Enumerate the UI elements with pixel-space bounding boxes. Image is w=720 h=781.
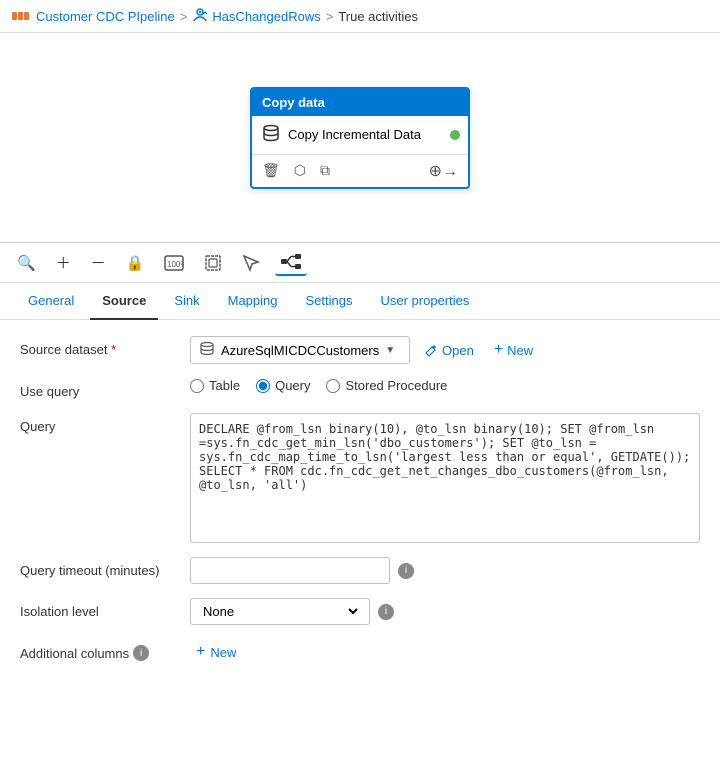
breadcrumb-sep2: > [326, 9, 334, 24]
query-timeout-label: Query timeout (minutes) [20, 557, 180, 578]
tab-sink[interactable]: Sink [162, 283, 211, 320]
hierarchy-icon [280, 253, 302, 271]
copy-icon[interactable]: ⧉ [320, 162, 330, 179]
use-query-control: Table Query Stored Procedure [190, 378, 700, 393]
activity-icon-2[interactable]: ⬡ [294, 162, 306, 179]
delete-icon[interactable]: 🗑 [262, 162, 280, 179]
query-label: Query [20, 413, 180, 434]
isolation-level-info-icon: i [378, 604, 394, 620]
fit-icon [204, 254, 222, 272]
breadcrumb-pipeline[interactable]: Customer CDC PIpeline [36, 9, 175, 24]
source-dataset-dropdown[interactable]: AzureSqlMICDCCustomers ▼ [190, 336, 410, 364]
tab-mapping[interactable]: Mapping [216, 283, 290, 320]
activity-label: Copy Incremental Data [288, 127, 421, 142]
edit-icon [424, 343, 438, 357]
select-icon [242, 254, 260, 272]
radio-query-label: Query [275, 378, 310, 393]
fit-button[interactable] [199, 251, 227, 275]
use-query-label: Use query [20, 378, 180, 399]
tab-source[interactable]: Source [90, 283, 158, 320]
toolbar: 🔍 ＋ － 🔒 100% [0, 243, 720, 283]
additional-columns-control: + New [190, 639, 700, 665]
add-icon: + [196, 643, 205, 661]
canvas: Copy data Copy Incremental Data 🗑 ⬡ ⧉ ⊕→ [0, 33, 720, 243]
properties-panel: Source dataset * AzureSqlMICDCCustomers … [0, 320, 720, 681]
source-dataset-control: AzureSqlMICDCCustomers ▼ Open + New [190, 336, 700, 364]
isolation-level-row: Isolation level None Read Committed Read… [20, 598, 700, 625]
radio-stored-procedure-input[interactable] [326, 379, 340, 393]
additional-columns-row: Additional columns i + New [20, 639, 700, 665]
lock-button[interactable]: 🔒 [121, 251, 150, 275]
query-timeout-control: i [190, 557, 700, 584]
query-timeout-info-icon: i [398, 563, 414, 579]
use-query-radio-group: Table Query Stored Procedure [190, 378, 447, 393]
open-dataset-button[interactable]: Open [418, 339, 480, 362]
use-query-row: Use query Table Query Stored Procedure [20, 378, 700, 399]
activity-node-actions: 🗑 ⬡ ⧉ ⊕→ [252, 155, 468, 187]
radio-stored-procedure[interactable]: Stored Procedure [326, 378, 447, 393]
search-button[interactable]: 🔍 [12, 251, 41, 275]
breadcrumb-page: True activities [338, 9, 418, 24]
radio-stored-procedure-label: Stored Procedure [345, 378, 447, 393]
breadcrumb-sep1: > [180, 9, 188, 24]
isolation-level-dropdown[interactable]: None Read Committed Read Uncommitted Rep… [190, 598, 370, 625]
isolation-level-select[interactable]: None Read Committed Read Uncommitted Rep… [199, 603, 361, 620]
isolation-level-label: Isolation level [20, 598, 180, 619]
tabs: General Source Sink Mapping Settings Use… [0, 283, 720, 320]
radio-query[interactable]: Query [256, 378, 310, 393]
zoom-button[interactable]: 100% [159, 252, 189, 274]
required-star: * [111, 342, 116, 357]
additional-columns-label: Additional columns i [20, 639, 180, 661]
activity-node-header: Copy data [252, 89, 468, 116]
query-control: DECLARE @from_lsn binary(10), @to_lsn bi… [190, 413, 700, 543]
add-button[interactable]: ＋ [51, 249, 76, 276]
remove-button[interactable]: － [86, 249, 111, 276]
tab-settings[interactable]: Settings [294, 283, 365, 320]
changed-rows-icon [192, 8, 208, 24]
svg-text:100%: 100% [167, 260, 184, 269]
breadcrumb: Customer CDC PIpeline > HasChangedRows >… [0, 0, 720, 33]
query-timeout-row: Query timeout (minutes) i [20, 557, 700, 584]
arrow-icon[interactable]: ⊕→ [429, 161, 458, 181]
select-button[interactable] [237, 251, 265, 275]
breadcrumb-activity[interactable]: HasChangedRows [212, 9, 320, 24]
activity-node[interactable]: Copy data Copy Incremental Data 🗑 ⬡ ⧉ ⊕→ [250, 87, 470, 189]
source-dataset-value: AzureSqlMICDCCustomers [221, 343, 379, 358]
radio-table[interactable]: Table [190, 378, 240, 393]
activity-node-body: Copy Incremental Data [252, 116, 468, 155]
radio-table-input[interactable] [190, 379, 204, 393]
source-dataset-label: Source dataset * [20, 336, 180, 357]
query-timeout-input[interactable] [190, 557, 390, 584]
tab-general[interactable]: General [16, 283, 86, 320]
source-dataset-row: Source dataset * AzureSqlMICDCCustomers … [20, 336, 700, 364]
query-textarea[interactable]: DECLARE @from_lsn binary(10), @to_lsn bi… [190, 413, 700, 543]
radio-query-input[interactable] [256, 379, 270, 393]
dataset-db-icon [199, 341, 215, 359]
dropdown-arrow: ▼ [385, 345, 395, 356]
add-new-column-button[interactable]: + New [190, 639, 242, 665]
additional-columns-info-icon: i [133, 645, 149, 661]
query-row: Query DECLARE @from_lsn binary(10), @to_… [20, 413, 700, 543]
isolation-level-control: None Read Committed Read Uncommitted Rep… [190, 598, 700, 625]
tab-user-properties[interactable]: User properties [368, 283, 481, 320]
database-icon [262, 124, 280, 146]
hierarchy-button[interactable] [275, 250, 307, 276]
new-dataset-button[interactable]: + New [488, 337, 539, 363]
zoom-icon: 100% [164, 255, 184, 271]
radio-table-label: Table [209, 378, 240, 393]
pipeline-icon [12, 8, 30, 24]
activity-status-dot [450, 130, 460, 140]
